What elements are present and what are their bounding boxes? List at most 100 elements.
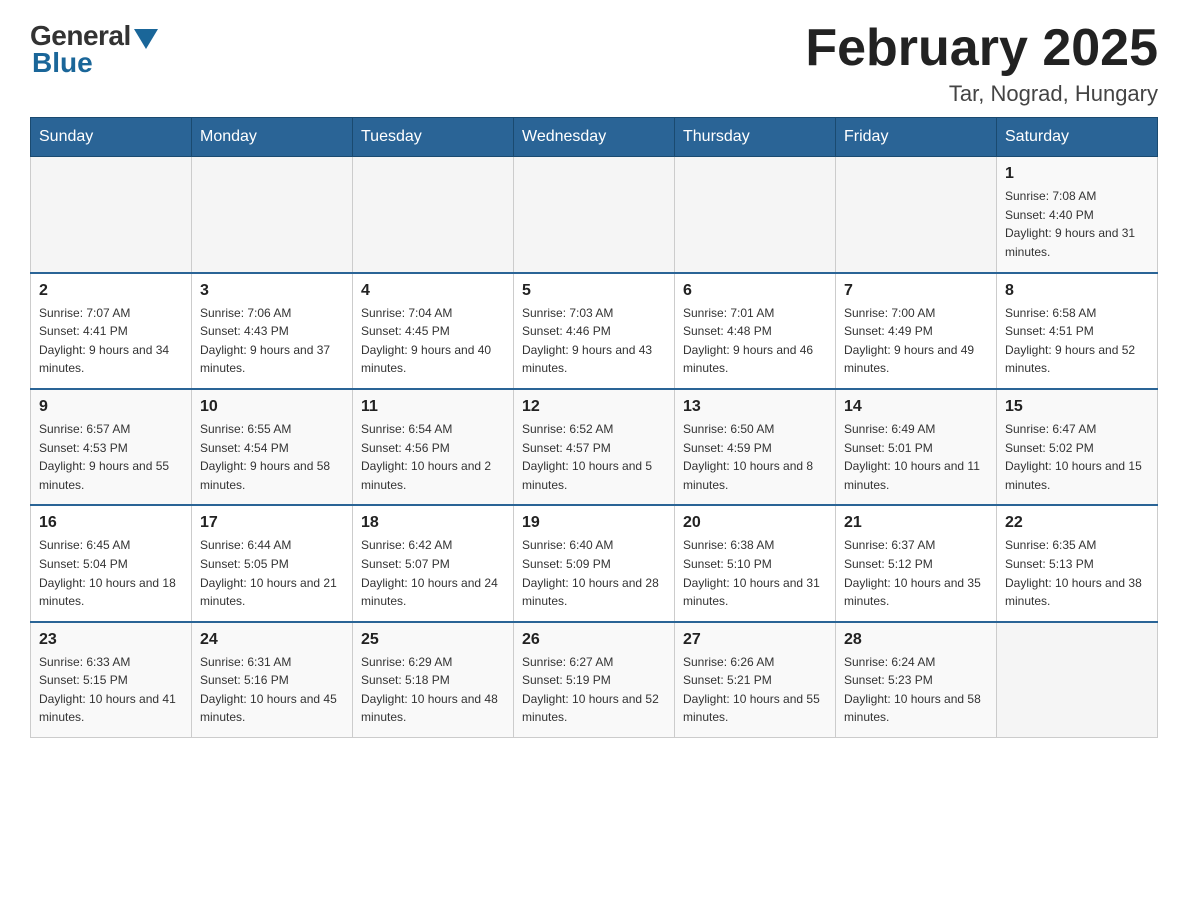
day-info: Sunrise: 7:08 AM Sunset: 4:40 PM Dayligh… <box>1005 187 1149 261</box>
day-info: Sunrise: 6:37 AM Sunset: 5:12 PM Dayligh… <box>844 536 988 610</box>
calendar-header-wednesday: Wednesday <box>514 118 675 157</box>
day-number: 28 <box>844 631 988 649</box>
calendar-cell: 26 Sunrise: 6:27 AM Sunset: 5:19 PM Dayli… <box>514 622 675 738</box>
calendar-cell: 16 Sunrise: 6:45 AM Sunset: 5:04 PM Dayli… <box>31 505 192 621</box>
logo: General Blue <box>30 20 158 79</box>
day-info: Sunrise: 6:49 AM Sunset: 5:01 PM Dayligh… <box>844 420 988 494</box>
calendar-cell: 3 Sunrise: 7:06 AM Sunset: 4:43 PM Daylig… <box>192 273 353 389</box>
day-info: Sunrise: 6:29 AM Sunset: 5:18 PM Dayligh… <box>361 653 505 727</box>
calendar-cell: 5Sunrise: 7:03 AM Sunset: 4:46 PM Daylig… <box>514 273 675 389</box>
calendar-cell: 20 Sunrise: 6:38 AM Sunset: 5:10 PM Dayli… <box>675 505 836 621</box>
day-number: 9 <box>39 398 183 416</box>
logo-blue-text: Blue <box>32 47 93 79</box>
calendar-header-saturday: Saturday <box>997 118 1158 157</box>
calendar-cell <box>192 157 353 273</box>
calendar-header-monday: Monday <box>192 118 353 157</box>
calendar-cell: 17 Sunrise: 6:44 AM Sunset: 5:05 PM Dayli… <box>192 505 353 621</box>
day-number: 15 <box>1005 398 1149 416</box>
day-number: 16 <box>39 514 183 532</box>
calendar-cell: 15Sunrise: 6:47 AM Sunset: 5:02 PM Dayli… <box>997 389 1158 505</box>
calendar-cell: 19Sunrise: 6:40 AM Sunset: 5:09 PM Dayli… <box>514 505 675 621</box>
title-section: February 2025 Tar, Nograd, Hungary <box>805 20 1158 107</box>
calendar-cell: 24Sunrise: 6:31 AM Sunset: 5:16 PM Dayli… <box>192 622 353 738</box>
calendar-cell: 4Sunrise: 7:04 AM Sunset: 4:45 PM Daylig… <box>353 273 514 389</box>
day-number: 22 <box>1005 514 1149 532</box>
day-number: 7 <box>844 282 988 300</box>
day-info: Sunrise: 7:00 AM Sunset: 4:49 PM Dayligh… <box>844 304 988 378</box>
calendar-week-row: 16 Sunrise: 6:45 AM Sunset: 5:04 PM Dayli… <box>31 505 1158 621</box>
calendar-cell: 2 Sunrise: 7:07 AM Sunset: 4:41 PM Daylig… <box>31 273 192 389</box>
day-info: Sunrise: 6:44 AM Sunset: 5:05 PM Dayligh… <box>200 536 344 610</box>
day-info: Sunrise: 6:33 AM Sunset: 5:15 PM Dayligh… <box>39 653 183 727</box>
day-number: 4 <box>361 282 505 300</box>
month-title: February 2025 <box>805 20 1158 77</box>
calendar-header-row: SundayMondayTuesdayWednesdayThursdayFrid… <box>31 118 1158 157</box>
calendar-cell: 23 Sunrise: 6:33 AM Sunset: 5:15 PM Dayli… <box>31 622 192 738</box>
day-info: Sunrise: 6:27 AM Sunset: 5:19 PM Dayligh… <box>522 653 666 727</box>
calendar-cell <box>353 157 514 273</box>
day-number: 2 <box>39 282 183 300</box>
day-info: Sunrise: 6:50 AM Sunset: 4:59 PM Dayligh… <box>683 420 827 494</box>
calendar-cell: 10 Sunrise: 6:55 AM Sunset: 4:54 PM Dayli… <box>192 389 353 505</box>
day-info: Sunrise: 6:24 AM Sunset: 5:23 PM Dayligh… <box>844 653 988 727</box>
calendar-cell <box>31 157 192 273</box>
day-number: 17 <box>200 514 344 532</box>
page-header: General Blue February 2025 Tar, Nograd, … <box>30 20 1158 107</box>
day-number: 19 <box>522 514 666 532</box>
calendar-cell: 13 Sunrise: 6:50 AM Sunset: 4:59 PM Dayli… <box>675 389 836 505</box>
calendar-cell: 27 Sunrise: 6:26 AM Sunset: 5:21 PM Dayli… <box>675 622 836 738</box>
calendar-cell: 21 Sunrise: 6:37 AM Sunset: 5:12 PM Dayli… <box>836 505 997 621</box>
calendar-cell <box>836 157 997 273</box>
day-number: 26 <box>522 631 666 649</box>
day-info: Sunrise: 6:52 AM Sunset: 4:57 PM Dayligh… <box>522 420 666 494</box>
calendar-cell: 12Sunrise: 6:52 AM Sunset: 4:57 PM Dayli… <box>514 389 675 505</box>
day-number: 21 <box>844 514 988 532</box>
day-number: 14 <box>844 398 988 416</box>
day-info: Sunrise: 6:35 AM Sunset: 5:13 PM Dayligh… <box>1005 536 1149 610</box>
calendar-cell: 6 Sunrise: 7:01 AM Sunset: 4:48 PM Daylig… <box>675 273 836 389</box>
day-number: 18 <box>361 514 505 532</box>
day-info: Sunrise: 7:06 AM Sunset: 4:43 PM Dayligh… <box>200 304 344 378</box>
day-number: 10 <box>200 398 344 416</box>
day-number: 13 <box>683 398 827 416</box>
calendar-cell <box>997 622 1158 738</box>
day-info: Sunrise: 6:55 AM Sunset: 4:54 PM Dayligh… <box>200 420 344 494</box>
calendar-cell: 22 Sunrise: 6:35 AM Sunset: 5:13 PM Dayli… <box>997 505 1158 621</box>
day-number: 11 <box>361 398 505 416</box>
calendar-cell <box>675 157 836 273</box>
calendar-cell: 28 Sunrise: 6:24 AM Sunset: 5:23 PM Dayli… <box>836 622 997 738</box>
day-number: 8 <box>1005 282 1149 300</box>
calendar-table: SundayMondayTuesdayWednesdayThursdayFrid… <box>30 117 1158 738</box>
calendar-cell: 14 Sunrise: 6:49 AM Sunset: 5:01 PM Dayli… <box>836 389 997 505</box>
calendar-week-row: 2 Sunrise: 7:07 AM Sunset: 4:41 PM Daylig… <box>31 273 1158 389</box>
day-info: Sunrise: 7:01 AM Sunset: 4:48 PM Dayligh… <box>683 304 827 378</box>
day-info: Sunrise: 6:54 AM Sunset: 4:56 PM Dayligh… <box>361 420 505 494</box>
day-info: Sunrise: 6:42 AM Sunset: 5:07 PM Dayligh… <box>361 536 505 610</box>
day-number: 3 <box>200 282 344 300</box>
day-info: Sunrise: 7:07 AM Sunset: 4:41 PM Dayligh… <box>39 304 183 378</box>
calendar-cell: 8 Sunrise: 6:58 AM Sunset: 4:51 PM Daylig… <box>997 273 1158 389</box>
calendar-header-tuesday: Tuesday <box>353 118 514 157</box>
calendar-week-row: 9Sunrise: 6:57 AM Sunset: 4:53 PM Daylig… <box>31 389 1158 505</box>
day-info: Sunrise: 6:58 AM Sunset: 4:51 PM Dayligh… <box>1005 304 1149 378</box>
location-title: Tar, Nograd, Hungary <box>805 81 1158 107</box>
day-info: Sunrise: 6:38 AM Sunset: 5:10 PM Dayligh… <box>683 536 827 610</box>
calendar-header-sunday: Sunday <box>31 118 192 157</box>
calendar-cell: 1Sunrise: 7:08 AM Sunset: 4:40 PM Daylig… <box>997 157 1158 273</box>
day-number: 6 <box>683 282 827 300</box>
calendar-cell: 25 Sunrise: 6:29 AM Sunset: 5:18 PM Dayli… <box>353 622 514 738</box>
day-info: Sunrise: 7:03 AM Sunset: 4:46 PM Dayligh… <box>522 304 666 378</box>
calendar-cell: 18 Sunrise: 6:42 AM Sunset: 5:07 PM Dayli… <box>353 505 514 621</box>
calendar-header-thursday: Thursday <box>675 118 836 157</box>
day-number: 20 <box>683 514 827 532</box>
calendar-cell: 9Sunrise: 6:57 AM Sunset: 4:53 PM Daylig… <box>31 389 192 505</box>
day-number: 25 <box>361 631 505 649</box>
day-number: 27 <box>683 631 827 649</box>
calendar-cell: 11 Sunrise: 6:54 AM Sunset: 4:56 PM Dayli… <box>353 389 514 505</box>
day-number: 24 <box>200 631 344 649</box>
day-info: Sunrise: 6:26 AM Sunset: 5:21 PM Dayligh… <box>683 653 827 727</box>
day-info: Sunrise: 6:45 AM Sunset: 5:04 PM Dayligh… <box>39 536 183 610</box>
calendar-week-row: 1Sunrise: 7:08 AM Sunset: 4:40 PM Daylig… <box>31 157 1158 273</box>
day-number: 23 <box>39 631 183 649</box>
logo-triangle-icon <box>134 29 158 49</box>
